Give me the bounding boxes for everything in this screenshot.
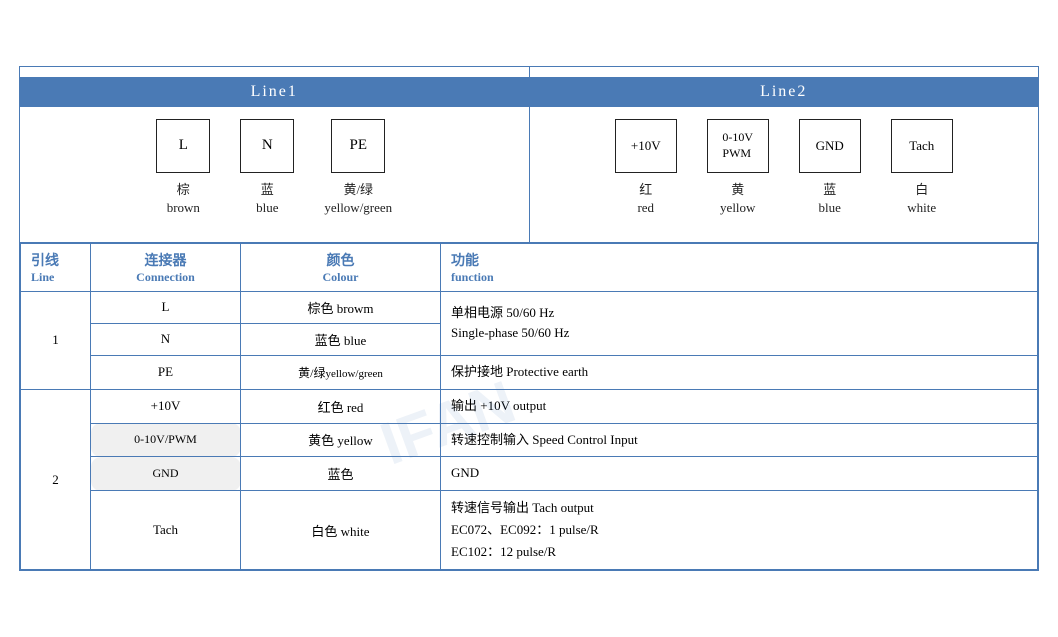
colour-Tach: 白色 white	[241, 491, 441, 570]
connector-label-PWM: 黄yellow	[720, 181, 755, 217]
function-L: 单相电源 50/60 HzSingle-phase 50/60 Hz	[441, 291, 1038, 355]
connector-label-L: 棕brown	[167, 181, 200, 217]
header-function-cn: 功能	[451, 250, 1027, 270]
header-colour: 颜色 Colour	[241, 243, 441, 291]
header-connection: 连接器 Connection	[91, 243, 241, 291]
connector-L: L 棕brown	[156, 119, 210, 217]
colour-GND2: 蓝色	[241, 457, 441, 491]
table-row: GND 蓝色 GND	[21, 457, 1038, 491]
connector-label-N: 蓝blue	[256, 181, 278, 217]
header-function-en: function	[451, 270, 1027, 285]
connection-10V: +10V	[91, 389, 241, 423]
connection-N: N	[91, 323, 241, 355]
header-connection-cn: 连接器	[101, 250, 230, 270]
connector-N: N 蓝blue	[240, 119, 294, 217]
connector-box-N: N	[240, 119, 294, 173]
table-row: 1 L 棕色 browm 单相电源 50/60 HzSingle-phase 5…	[21, 291, 1038, 323]
function-PE: 保护接地 Protective earth	[441, 355, 1038, 389]
connector-Tach: Tach 白white	[891, 119, 953, 217]
line2-header: Line2	[530, 77, 1039, 107]
connector-box-Tach: Tach	[891, 119, 953, 173]
connector-PWM: 0-10VPWM 黄yellow	[707, 119, 769, 217]
colour-10V: 红色 red	[241, 389, 441, 423]
connector-label-PE: 黄/绿yellow/green	[324, 181, 392, 217]
connector-box-GND: GND	[799, 119, 861, 173]
header-connection-en: Connection	[101, 270, 230, 285]
colour-N: 蓝色 blue	[241, 323, 441, 355]
connector-label-GND: 蓝blue	[819, 181, 841, 217]
line1-diagram: Line1 L 棕brown N 蓝blue PE 黄/绿yellow/gree…	[20, 67, 530, 242]
data-table: 引线 Line 连接器 Connection 颜色 Colour 功能 func…	[20, 243, 1038, 570]
connector-label-Tach: 白white	[907, 181, 936, 217]
connector-10V: +10V 红red	[615, 119, 677, 217]
connector-PE: PE 黄/绿yellow/green	[324, 119, 392, 217]
connection-PE: PE	[91, 355, 241, 389]
connector-GND: GND 蓝blue	[799, 119, 861, 217]
line1-connectors: L 棕brown N 蓝blue PE 黄/绿yellow/green	[20, 119, 529, 217]
line1-cell: 1	[21, 291, 91, 389]
line1-header: Line1	[20, 77, 529, 107]
colour-L: 棕色 browm	[241, 291, 441, 323]
diagram-section: Line1 L 棕brown N 蓝blue PE 黄/绿yellow/gree…	[20, 67, 1038, 243]
function-10V: 输出 +10V output	[441, 389, 1038, 423]
connection-GND2: GND	[91, 457, 241, 491]
table-row: Tach 白色 white 转速信号输出 Tach output EC072、E…	[21, 491, 1038, 570]
header-colour-en: Colour	[251, 270, 430, 285]
table-row: 2 +10V 红色 red 输出 +10V output	[21, 389, 1038, 423]
connection-L: L	[91, 291, 241, 323]
connector-box-PE: PE	[331, 119, 385, 173]
table-row: PE 黄/绿yellow/green 保护接地 Protective earth	[21, 355, 1038, 389]
header-function: 功能 function	[441, 243, 1038, 291]
line2-connectors: +10V 红red 0-10VPWM 黄yellow GND 蓝blue Tac…	[530, 119, 1039, 217]
connector-box-L: L	[156, 119, 210, 173]
header-line: 引线 Line	[21, 243, 91, 291]
connection-Tach: Tach	[91, 491, 241, 570]
header-colour-cn: 颜色	[251, 250, 430, 270]
table-wrapper: IFAN 引线 Line 连接器 Connection 颜色 Colour	[20, 243, 1038, 570]
header-line-cn: 引线	[31, 250, 80, 270]
connector-label-10V: 红red	[637, 181, 654, 217]
function-Tach: 转速信号输出 Tach output EC072、EC092：1 pulse/R…	[441, 491, 1038, 570]
connector-box-PWM: 0-10VPWM	[707, 119, 769, 173]
function-GND2: GND	[441, 457, 1038, 491]
colour-PWM: 黄色 yellow	[241, 423, 441, 457]
table-row: 0-10V/PWM 黄色 yellow 转速控制输入 Speed Control…	[21, 423, 1038, 457]
connection-PWM: 0-10V/PWM	[91, 423, 241, 457]
connector-box-10V: +10V	[615, 119, 677, 173]
main-container: Line1 L 棕brown N 蓝blue PE 黄/绿yellow/gree…	[19, 66, 1039, 572]
colour-PE: 黄/绿yellow/green	[241, 355, 441, 389]
line2-diagram: Line2 +10V 红red 0-10VPWM 黄yellow GND 蓝bl…	[530, 67, 1039, 242]
function-PWM: 转速控制输入 Speed Control Input	[441, 423, 1038, 457]
table-header-row: 引线 Line 连接器 Connection 颜色 Colour 功能 func…	[21, 243, 1038, 291]
header-line-en: Line	[31, 270, 80, 285]
line2-cell: 2	[21, 389, 91, 570]
